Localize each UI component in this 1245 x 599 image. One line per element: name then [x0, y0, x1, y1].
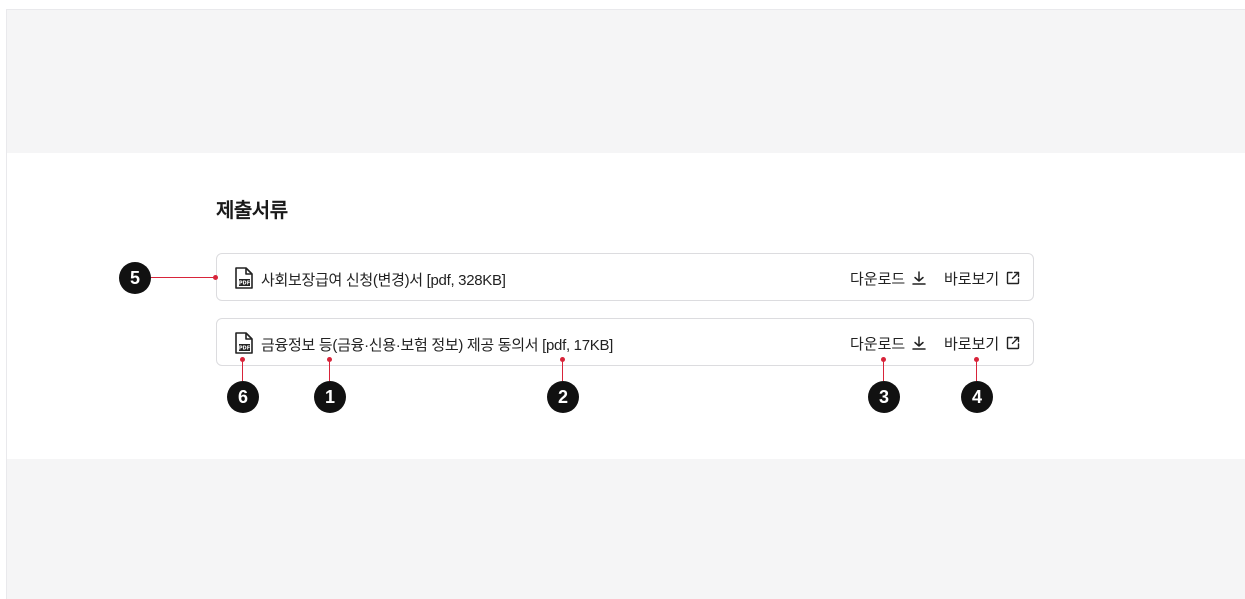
annotation-marker-2: 2 — [547, 381, 579, 413]
file-name: 금융정보 등(금융·신용·보험 정보) 제공 동의서 [pdf, 17KB] — [261, 337, 614, 354]
download-icon — [912, 336, 926, 350]
annotation-pointer-4 — [976, 359, 977, 381]
view-label: 바로보기 — [944, 335, 1000, 353]
annotation-marker-1: 1 — [314, 381, 346, 413]
annotation-marker-5: 5 — [119, 262, 151, 294]
annotation-pointer-3 — [883, 359, 884, 381]
file-item-1[interactable]: PDF 사회보장급여 신청(변경)서 [pdf, 328KB] 다운로드 바로보… — [216, 253, 1034, 301]
view-label: 바로보기 — [944, 270, 1000, 288]
external-link-icon — [1007, 271, 1020, 285]
pdf-file-icon: PDF — [234, 332, 254, 354]
left-border — [6, 152, 7, 459]
annotation-pointer-5 — [151, 277, 216, 278]
view-button[interactable]: 바로보기 — [944, 333, 1021, 353]
external-link-icon — [1007, 336, 1020, 350]
download-button[interactable]: 다운로드 — [850, 268, 927, 288]
download-label: 다운로드 — [850, 270, 906, 288]
download-label: 다운로드 — [850, 335, 906, 353]
pdf-file-icon: PDF — [234, 267, 254, 289]
annotation-pointer-2 — [562, 359, 563, 381]
file-item-2[interactable]: PDF 금융정보 등(금융·신용·보험 정보) 제공 동의서 [pdf, 17K… — [216, 318, 1034, 366]
annotation-pointer-1 — [329, 359, 330, 381]
annotation-marker-6: 6 — [227, 381, 259, 413]
download-button[interactable]: 다운로드 — [850, 333, 927, 353]
svg-text:PDF: PDF — [239, 281, 250, 287]
bottom-gray-band — [6, 459, 1245, 599]
svg-text:PDF: PDF — [239, 346, 250, 352]
top-gray-band — [6, 9, 1245, 153]
annotation-pointer-6 — [242, 359, 243, 381]
annotation-marker-3: 3 — [868, 381, 900, 413]
annotation-marker-4: 4 — [961, 381, 993, 413]
annotation-dot-5 — [213, 275, 218, 280]
view-button[interactable]: 바로보기 — [944, 268, 1021, 288]
download-icon — [912, 271, 926, 285]
file-name: 사회보장급여 신청(변경)서 [pdf, 328KB] — [261, 272, 506, 289]
section-title: 제출서류 — [216, 200, 288, 222]
